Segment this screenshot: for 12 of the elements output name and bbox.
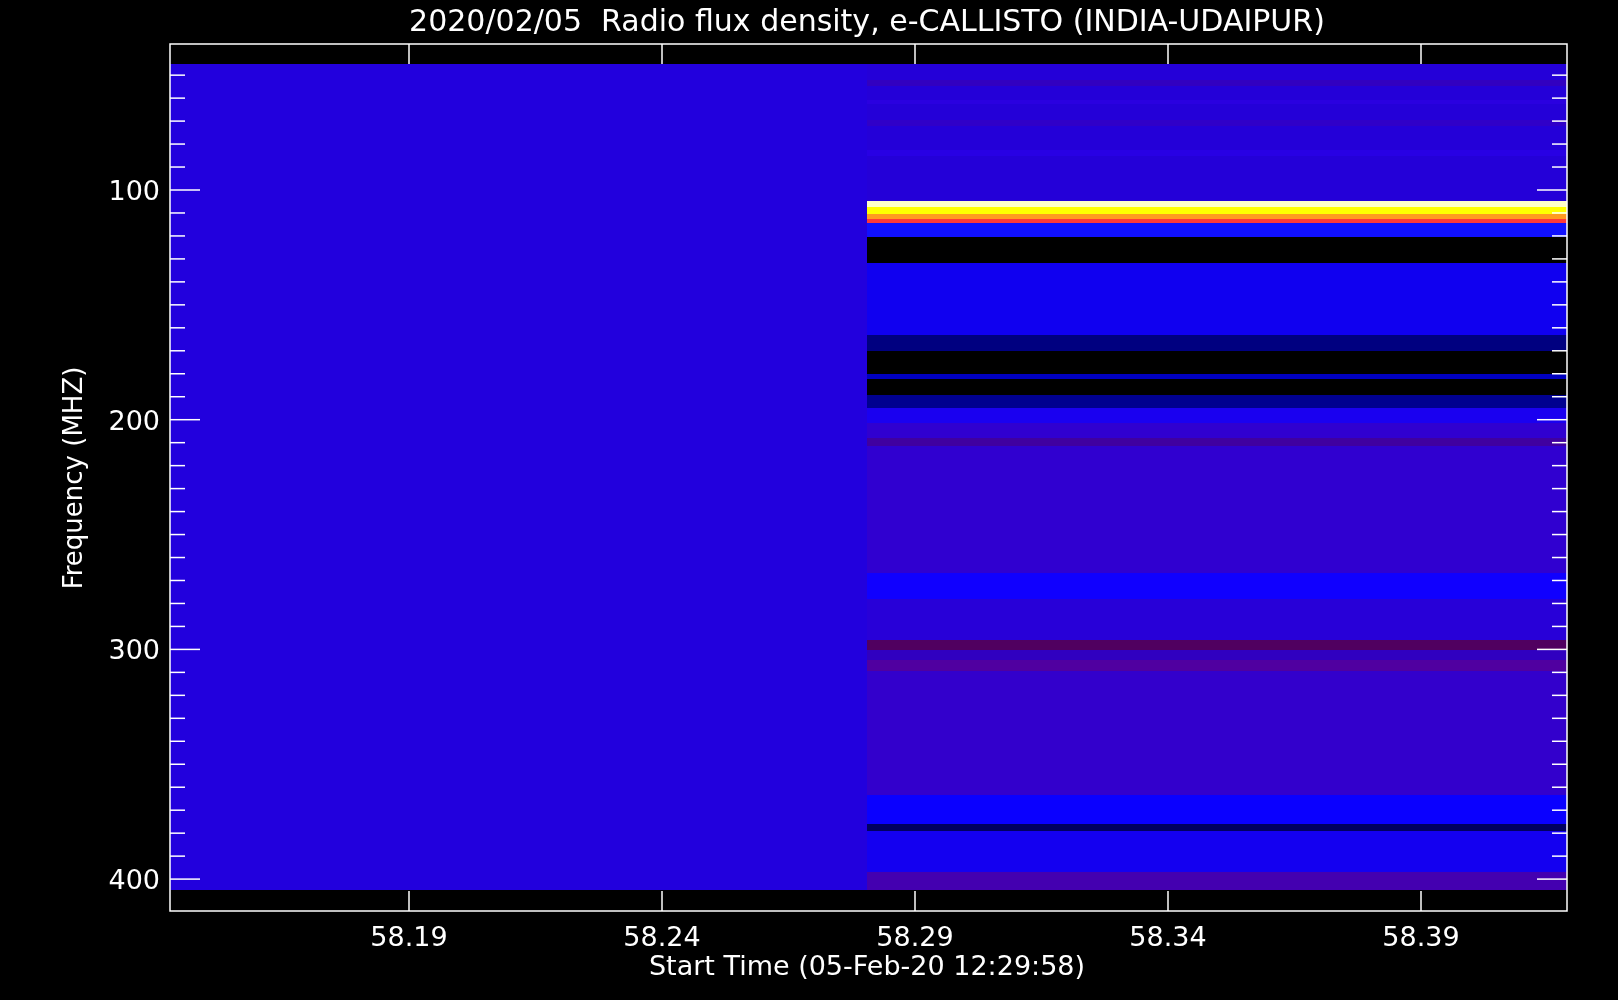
y-tick-label: 100 (108, 175, 160, 206)
x-tick-label: 58.39 (1382, 921, 1460, 952)
y-tick-label: 400 (108, 864, 160, 896)
x-tick-label: 58.34 (1129, 921, 1207, 952)
x-axis-label: Start Time (05-Feb-20 12:29:58) (648, 950, 1086, 981)
x-tick-label: 58.24 (623, 921, 701, 952)
x-tick-label: 58.29 (876, 921, 954, 952)
plot-title: 2020/02/05 Radio flux density, e-CALLISTO (INDIA-UDAIPUR) (409, 3, 1325, 38)
y-axis-label: Frequency (MHZ) (58, 366, 88, 590)
x-tick-label: 58.19 (370, 921, 448, 952)
y-tick-label: 200 (108, 404, 160, 436)
y-tick-label: 300 (108, 634, 160, 666)
